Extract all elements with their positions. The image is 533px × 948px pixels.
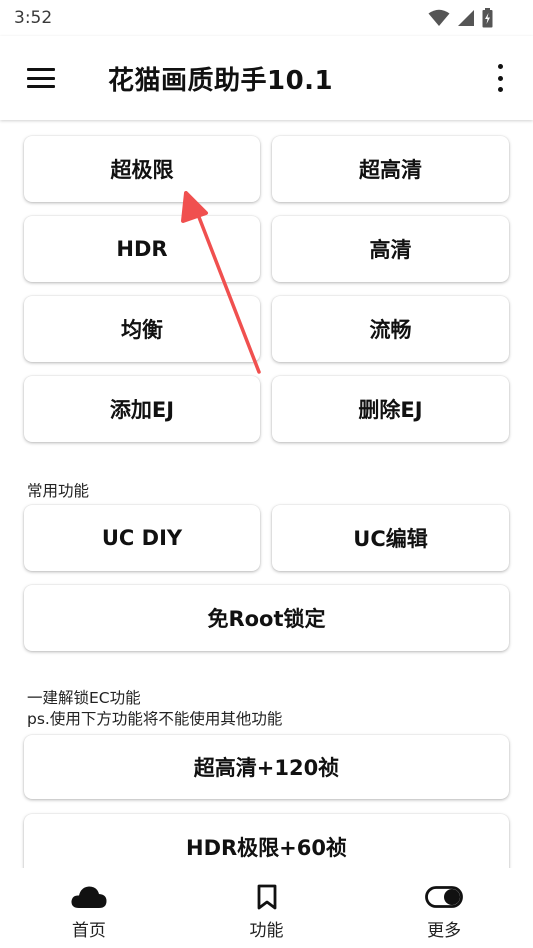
- common-functions-label: 常用功能: [27, 482, 90, 500]
- app-bar: 花猫画质助手10.1: [0, 36, 533, 120]
- nav-more-label: 更多: [427, 921, 462, 941]
- balanced-button[interactable]: 均衡: [24, 296, 260, 362]
- ultra-hd-button[interactable]: 超高清: [272, 136, 509, 202]
- add-ej-button[interactable]: 添加EJ: [24, 376, 260, 442]
- root-free-lock-button[interactable]: 免Root锁定: [24, 585, 509, 651]
- cloud-icon: [71, 886, 107, 908]
- status-bar: 3:52: [0, 0, 533, 36]
- uc-edit-button[interactable]: UC编辑: [272, 505, 509, 571]
- hdr-extreme-60-button[interactable]: HDR极限+60祯: [24, 814, 509, 868]
- menu-icon[interactable]: [27, 68, 55, 88]
- signal-icon: [458, 10, 474, 26]
- status-time: 3:52: [14, 8, 53, 28]
- nav-home[interactable]: 首页: [0, 868, 178, 948]
- delete-ej-button[interactable]: 删除EJ: [272, 376, 509, 442]
- smooth-button[interactable]: 流畅: [272, 296, 509, 362]
- nav-functions-label: 功能: [249, 921, 284, 941]
- bookmark-icon: [257, 884, 276, 910]
- ultra-hd-120-button[interactable]: 超高清+120祯: [24, 735, 509, 799]
- wifi-icon: [428, 9, 450, 26]
- main-content[interactable]: 超极限 超高清 HDR 高清 均衡 流畅 添加EJ 删除EJ 常用功能 UC D…: [0, 120, 533, 868]
- nav-more[interactable]: 更多: [355, 868, 533, 948]
- bottom-navigation: 首页 功能 更多: [0, 868, 533, 948]
- nav-home-label: 首页: [71, 921, 106, 941]
- ec-unlock-label: 一建解锁EC功能: [27, 689, 141, 707]
- hd-button[interactable]: 高清: [272, 216, 509, 282]
- nav-functions[interactable]: 功能: [178, 868, 356, 948]
- ec-warning-label: ps.使用下方功能将不能使用其他功能: [27, 710, 283, 728]
- battery-icon: [482, 8, 493, 28]
- status-icons: [428, 8, 493, 28]
- toggle-icon: [425, 886, 464, 908]
- uc-diy-button[interactable]: UC DIY: [24, 505, 260, 571]
- app-title: 花猫画质助手10.1: [108, 66, 334, 96]
- ultra-extreme-button[interactable]: 超极限: [24, 136, 260, 202]
- hdr-button[interactable]: HDR: [24, 216, 260, 282]
- more-options-icon[interactable]: [494, 64, 506, 92]
